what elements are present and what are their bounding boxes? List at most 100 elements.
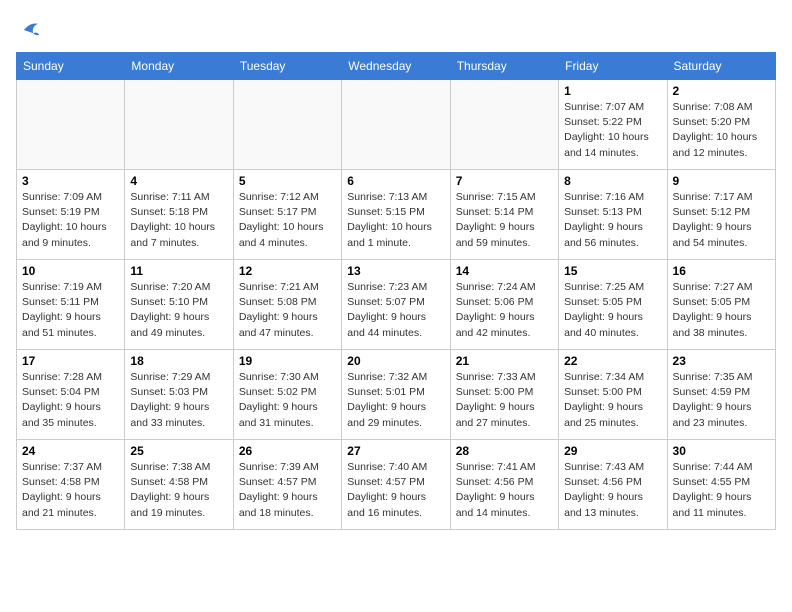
day-number: 29 bbox=[564, 444, 661, 458]
day-number: 6 bbox=[347, 174, 444, 188]
week-row-2: 3 Sunrise: 7:09 AM Sunset: 5:19 PM Daylig… bbox=[17, 170, 776, 260]
day-number: 16 bbox=[673, 264, 770, 278]
day-detail: Sunrise: 7:24 AM Sunset: 5:06 PM Dayligh… bbox=[456, 280, 553, 341]
day-detail: Sunrise: 7:29 AM Sunset: 5:03 PM Dayligh… bbox=[130, 370, 227, 431]
day-detail: Sunrise: 7:39 AM Sunset: 4:57 PM Dayligh… bbox=[239, 460, 336, 521]
calendar-cell: 4 Sunrise: 7:11 AM Sunset: 5:18 PM Daylig… bbox=[125, 170, 233, 260]
column-header-thursday: Thursday bbox=[450, 53, 558, 80]
calendar-cell: 22 Sunrise: 7:34 AM Sunset: 5:00 PM Dayli… bbox=[559, 350, 667, 440]
calendar-cell: 7 Sunrise: 7:15 AM Sunset: 5:14 PM Daylig… bbox=[450, 170, 558, 260]
day-number: 2 bbox=[673, 84, 770, 98]
day-detail: Sunrise: 7:33 AM Sunset: 5:00 PM Dayligh… bbox=[456, 370, 553, 431]
calendar-cell: 19 Sunrise: 7:30 AM Sunset: 5:02 PM Dayli… bbox=[233, 350, 341, 440]
calendar-cell: 15 Sunrise: 7:25 AM Sunset: 5:05 PM Dayli… bbox=[559, 260, 667, 350]
day-number: 1 bbox=[564, 84, 661, 98]
calendar-table: SundayMondayTuesdayWednesdayThursdayFrid… bbox=[16, 52, 776, 530]
day-number: 27 bbox=[347, 444, 444, 458]
calendar-cell bbox=[125, 80, 233, 170]
column-header-monday: Monday bbox=[125, 53, 233, 80]
calendar-cell: 29Sunrise: 7:43 AM Sunset: 4:56 PM Dayli… bbox=[559, 440, 667, 530]
day-detail: Sunrise: 7:12 AM Sunset: 5:17 PM Dayligh… bbox=[239, 190, 336, 251]
day-number: 26 bbox=[239, 444, 336, 458]
column-header-friday: Friday bbox=[559, 53, 667, 80]
week-row-4: 17 Sunrise: 7:28 AM Sunset: 5:04 PM Dayli… bbox=[17, 350, 776, 440]
day-detail: Sunrise: 7:08 AM Sunset: 5:20 PM Dayligh… bbox=[673, 100, 770, 161]
day-detail: Sunrise: 7:13 AM Sunset: 5:15 PM Dayligh… bbox=[347, 190, 444, 251]
day-detail: Sunrise: 7:41 AM Sunset: 4:56 PM Dayligh… bbox=[456, 460, 553, 521]
calendar-cell: 2 Sunrise: 7:08 AM Sunset: 5:20 PM Daylig… bbox=[667, 80, 775, 170]
day-detail: Sunrise: 7:20 AM Sunset: 5:10 PM Dayligh… bbox=[130, 280, 227, 341]
day-detail: Sunrise: 7:25 AM Sunset: 5:05 PM Dayligh… bbox=[564, 280, 661, 341]
calendar-cell: 17 Sunrise: 7:28 AM Sunset: 5:04 PM Dayli… bbox=[17, 350, 125, 440]
calendar-cell: 1 Sunrise: 7:07 AM Sunset: 5:22 PM Daylig… bbox=[559, 80, 667, 170]
column-header-saturday: Saturday bbox=[667, 53, 775, 80]
day-detail: Sunrise: 7:35 AM Sunset: 4:59 PM Dayligh… bbox=[673, 370, 770, 431]
calendar-cell bbox=[233, 80, 341, 170]
day-number: 4 bbox=[130, 174, 227, 188]
calendar-cell: 8Sunrise: 7:16 AM Sunset: 5:13 PM Daylig… bbox=[559, 170, 667, 260]
day-number: 23 bbox=[673, 354, 770, 368]
day-number: 11 bbox=[130, 264, 227, 278]
day-number: 7 bbox=[456, 174, 553, 188]
day-number: 24 bbox=[22, 444, 119, 458]
calendar-cell bbox=[450, 80, 558, 170]
day-number: 17 bbox=[22, 354, 119, 368]
calendar-cell: 20 Sunrise: 7:32 AM Sunset: 5:01 PM Dayli… bbox=[342, 350, 450, 440]
day-detail: Sunrise: 7:38 AM Sunset: 4:58 PM Dayligh… bbox=[130, 460, 227, 521]
calendar-cell bbox=[17, 80, 125, 170]
calendar-cell: 18 Sunrise: 7:29 AM Sunset: 5:03 PM Dayli… bbox=[125, 350, 233, 440]
calendar-cell: 14Sunrise: 7:24 AM Sunset: 5:06 PM Dayli… bbox=[450, 260, 558, 350]
day-detail: Sunrise: 7:07 AM Sunset: 5:22 PM Dayligh… bbox=[564, 100, 661, 161]
calendar-cell: 30 Sunrise: 7:44 AM Sunset: 4:55 PM Dayli… bbox=[667, 440, 775, 530]
week-row-3: 10 Sunrise: 7:19 AM Sunset: 5:11 PM Dayli… bbox=[17, 260, 776, 350]
day-number: 19 bbox=[239, 354, 336, 368]
day-detail: Sunrise: 7:34 AM Sunset: 5:00 PM Dayligh… bbox=[564, 370, 661, 431]
day-number: 28 bbox=[456, 444, 553, 458]
calendar-cell: 11 Sunrise: 7:20 AM Sunset: 5:10 PM Dayli… bbox=[125, 260, 233, 350]
calendar-cell: 26 Sunrise: 7:39 AM Sunset: 4:57 PM Dayli… bbox=[233, 440, 341, 530]
day-number: 25 bbox=[130, 444, 227, 458]
day-number: 21 bbox=[456, 354, 553, 368]
calendar-cell: 3 Sunrise: 7:09 AM Sunset: 5:19 PM Daylig… bbox=[17, 170, 125, 260]
day-number: 13 bbox=[347, 264, 444, 278]
calendar-cell: 25 Sunrise: 7:38 AM Sunset: 4:58 PM Dayli… bbox=[125, 440, 233, 530]
calendar-cell: 21 Sunrise: 7:33 AM Sunset: 5:00 PM Dayli… bbox=[450, 350, 558, 440]
calendar-cell: 23 Sunrise: 7:35 AM Sunset: 4:59 PM Dayli… bbox=[667, 350, 775, 440]
day-detail: Sunrise: 7:37 AM Sunset: 4:58 PM Dayligh… bbox=[22, 460, 119, 521]
calendar-cell: 28 Sunrise: 7:41 AM Sunset: 4:56 PM Dayli… bbox=[450, 440, 558, 530]
calendar-cell: 24 Sunrise: 7:37 AM Sunset: 4:58 PM Dayli… bbox=[17, 440, 125, 530]
day-detail: Sunrise: 7:19 AM Sunset: 5:11 PM Dayligh… bbox=[22, 280, 119, 341]
day-detail: Sunrise: 7:44 AM Sunset: 4:55 PM Dayligh… bbox=[673, 460, 770, 521]
week-row-1: 1 Sunrise: 7:07 AM Sunset: 5:22 PM Daylig… bbox=[17, 80, 776, 170]
day-detail: Sunrise: 7:23 AM Sunset: 5:07 PM Dayligh… bbox=[347, 280, 444, 341]
day-number: 10 bbox=[22, 264, 119, 278]
calendar-header-row: SundayMondayTuesdayWednesdayThursdayFrid… bbox=[17, 53, 776, 80]
day-number: 18 bbox=[130, 354, 227, 368]
calendar-cell: 27Sunrise: 7:40 AM Sunset: 4:57 PM Dayli… bbox=[342, 440, 450, 530]
day-number: 12 bbox=[239, 264, 336, 278]
day-number: 20 bbox=[347, 354, 444, 368]
day-number: 22 bbox=[564, 354, 661, 368]
column-header-wednesday: Wednesday bbox=[342, 53, 450, 80]
day-number: 9 bbox=[673, 174, 770, 188]
day-detail: Sunrise: 7:09 AM Sunset: 5:19 PM Dayligh… bbox=[22, 190, 119, 251]
column-header-tuesday: Tuesday bbox=[233, 53, 341, 80]
week-row-5: 24 Sunrise: 7:37 AM Sunset: 4:58 PM Dayli… bbox=[17, 440, 776, 530]
day-detail: Sunrise: 7:11 AM Sunset: 5:18 PM Dayligh… bbox=[130, 190, 227, 251]
day-number: 8 bbox=[564, 174, 661, 188]
day-detail: Sunrise: 7:30 AM Sunset: 5:02 PM Dayligh… bbox=[239, 370, 336, 431]
calendar-cell: 9 Sunrise: 7:17 AM Sunset: 5:12 PM Daylig… bbox=[667, 170, 775, 260]
day-number: 30 bbox=[673, 444, 770, 458]
logo bbox=[16, 16, 48, 44]
day-detail: Sunrise: 7:17 AM Sunset: 5:12 PM Dayligh… bbox=[673, 190, 770, 251]
day-detail: Sunrise: 7:32 AM Sunset: 5:01 PM Dayligh… bbox=[347, 370, 444, 431]
day-detail: Sunrise: 7:28 AM Sunset: 5:04 PM Dayligh… bbox=[22, 370, 119, 431]
day-number: 15 bbox=[564, 264, 661, 278]
day-number: 3 bbox=[22, 174, 119, 188]
page-header bbox=[16, 16, 776, 44]
calendar-cell: 16Sunrise: 7:27 AM Sunset: 5:05 PM Dayli… bbox=[667, 260, 775, 350]
calendar-cell: 13 Sunrise: 7:23 AM Sunset: 5:07 PM Dayli… bbox=[342, 260, 450, 350]
day-detail: Sunrise: 7:15 AM Sunset: 5:14 PM Dayligh… bbox=[456, 190, 553, 251]
calendar-cell: 5Sunrise: 7:12 AM Sunset: 5:17 PM Daylig… bbox=[233, 170, 341, 260]
logo-bird-icon bbox=[16, 16, 44, 44]
